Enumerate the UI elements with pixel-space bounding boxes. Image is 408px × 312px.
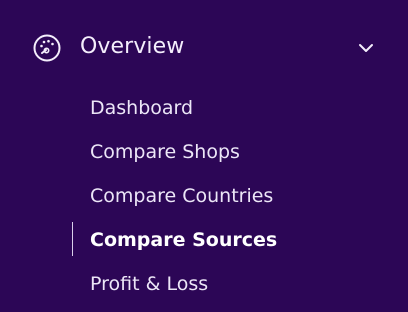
section-title: Overview [80,34,185,59]
nav-item-compare-sources[interactable]: Compare Sources [0,220,408,260]
active-indicator [72,222,73,256]
nav-item-label: Compare Shops [90,141,240,163]
nav-item-profit-loss[interactable]: Profit & Loss [0,264,408,304]
nav-item-dashboard[interactable]: Dashboard [0,88,408,128]
dashboard-gauge-icon [32,33,62,63]
nav-item-label: Compare Sources [90,229,278,251]
nav-item-label: Profit & Loss [90,273,209,295]
nav-item-compare-countries[interactable]: Compare Countries [0,176,408,216]
nav-item-label: Compare Countries [90,185,274,207]
chevron-down-icon[interactable] [356,38,376,58]
nav-section-overview[interactable]: Overview [0,24,408,70]
nav-item-label: Dashboard [90,97,194,119]
nav-item-compare-shops[interactable]: Compare Shops [0,132,408,172]
